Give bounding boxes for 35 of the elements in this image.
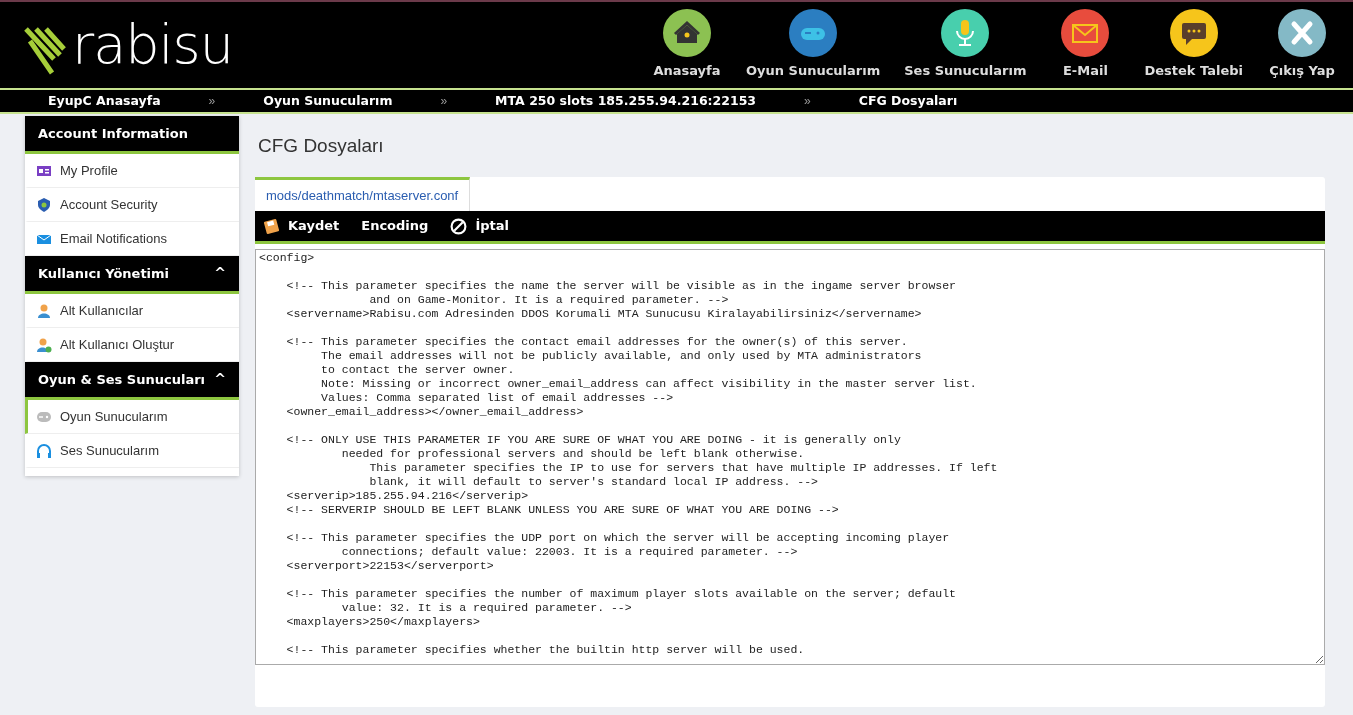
toolbar-button[interactable]: İptal bbox=[450, 216, 509, 236]
file-tab[interactable]: mods/deathmatch/mtaserver.conf bbox=[255, 176, 471, 211]
breadcrumb-link[interactable]: MTA 250 slots 185.255.94.216:22153 bbox=[495, 91, 757, 111]
nav-button[interactable]: Anasayfa bbox=[651, 9, 722, 81]
headset-icon bbox=[36, 442, 52, 459]
breadcrumb-link[interactable]: CFG Dosyaları bbox=[858, 91, 958, 111]
section-title: Oyun & Ses Sunucuları bbox=[38, 370, 206, 389]
nav-button[interactable]: Oyun Sunucularım bbox=[745, 9, 881, 81]
nav-button[interactable]: E-Mail bbox=[1050, 9, 1121, 81]
toolbar-button[interactable]: Encoding bbox=[361, 216, 429, 236]
user-add-icon bbox=[36, 336, 52, 353]
nav-button[interactable]: Çıkış Yap bbox=[1267, 9, 1337, 81]
breadcrumb-separator: » bbox=[208, 93, 216, 110]
nav-button[interactable]: Ses Sunucularım bbox=[904, 9, 1027, 81]
breadcrumb-separator: » bbox=[440, 93, 448, 110]
sidebar-item[interactable]: Oyun Sunucularım bbox=[25, 400, 239, 434]
cancel-icon bbox=[450, 217, 468, 235]
section-title: Kullanıcı Yönetimi bbox=[38, 264, 170, 283]
code-editor[interactable]: <config> <!-- This parameter specifies the name the server will be visible as in the ingame server browser and on Game-Monitor. It is a required parameter. --> <servername>Rabisu.com Adresinden DDOS Korumali MTA Sunucusu Kiralayabilirsiniz</servername> <!-- This parameter specifies the contact email addresses for the owner(s) of this server. The email addresses will not be publicly available, and only used by MTA administrators to contact the server owner. Note: Missing or incorrect owner_email_address can affect visibility in the master server list. Values: Comma separated list of email addresses --> <owner_email_address></owner_email_address> <!-- ONLY USE THIS PARAMETER IF YOU ARE SURE OF WHAT YOU ARE DOING - it is generally only needed for professional servers and should be left blank otherwise. This parameter specifies the IP to use for servers that have multiple IP addresses. If left blank, it will default to server's standard local IP address. --> <serverip>185.255.94.216</serverip> <!-- SERVERIP SHOULD BE LEFT BLANK UNLESS YOU ARE SURE OF WHAT YOU ARE DOING --> <!-- This parameter specifies the UDP port on which the server will be accepting incoming player connections; default value: 22003. It is a required parameter. --> <serverport>22153</serverport> <!-- This parameter specifies the number of maximum player slots available on the server; default value: 32. It is a required parameter. --> <maxplayers>250</maxplayers> <!-- This parameter specifies whether the builtin http server will be used. bbox=[255, 249, 1325, 665]
logo-text: rabisu bbox=[72, 18, 233, 72]
collapse-toggle[interactable]: ^ bbox=[214, 369, 226, 390]
breadcrumb-separator: » bbox=[804, 93, 811, 110]
page-title: CFG Dosyaları bbox=[258, 134, 385, 158]
sidebar-item[interactable]: Account Security bbox=[25, 188, 239, 222]
collapse-toggle[interactable]: ^ bbox=[214, 263, 226, 284]
sidebar-item[interactable]: Alt Kullanıcılar bbox=[25, 294, 239, 328]
breadcrumb-link[interactable]: Oyun Sunucularım bbox=[263, 91, 393, 111]
section-title: Account Information bbox=[38, 124, 188, 143]
breadcrumb-link[interactable]: EyupC Anasayfa bbox=[48, 91, 161, 111]
shield-icon bbox=[36, 196, 52, 213]
sidebar-item[interactable]: My Profile bbox=[25, 154, 239, 188]
toolbar-button[interactable]: Kaydet bbox=[263, 216, 340, 236]
user-icon bbox=[36, 302, 52, 319]
nav-button[interactable]: Destek Talebi bbox=[1144, 9, 1243, 81]
sidebar-item[interactable]: Ses Sunucularım bbox=[25, 434, 239, 468]
